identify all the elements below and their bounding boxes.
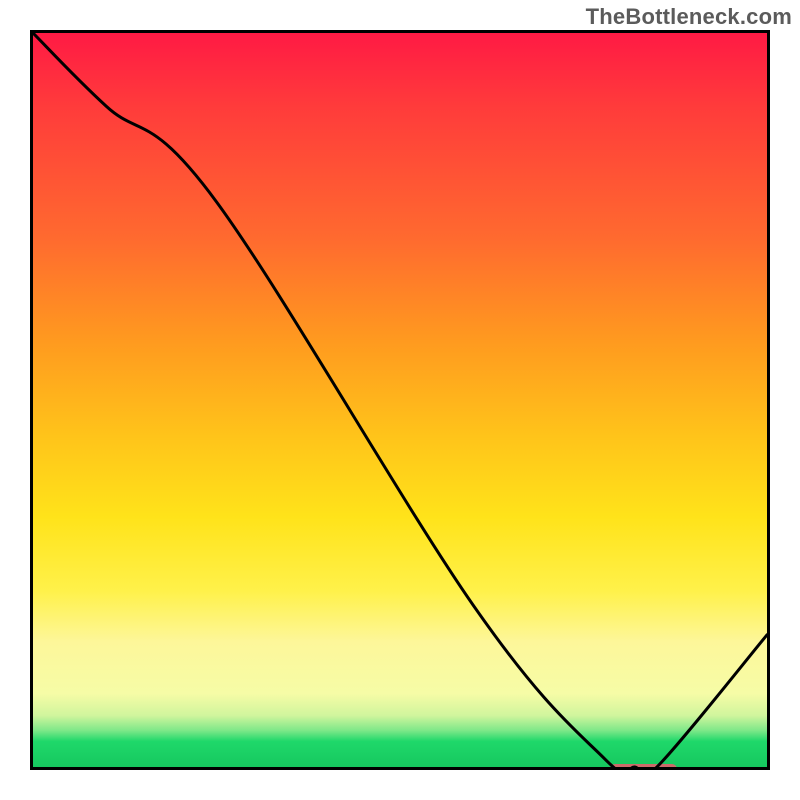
optimal-range-marker xyxy=(610,764,677,770)
heat-gradient xyxy=(33,33,767,767)
plot-area xyxy=(30,30,770,770)
chart-container: TheBottleneck.com xyxy=(0,0,800,800)
watermark-label: TheBottleneck.com xyxy=(586,4,792,30)
